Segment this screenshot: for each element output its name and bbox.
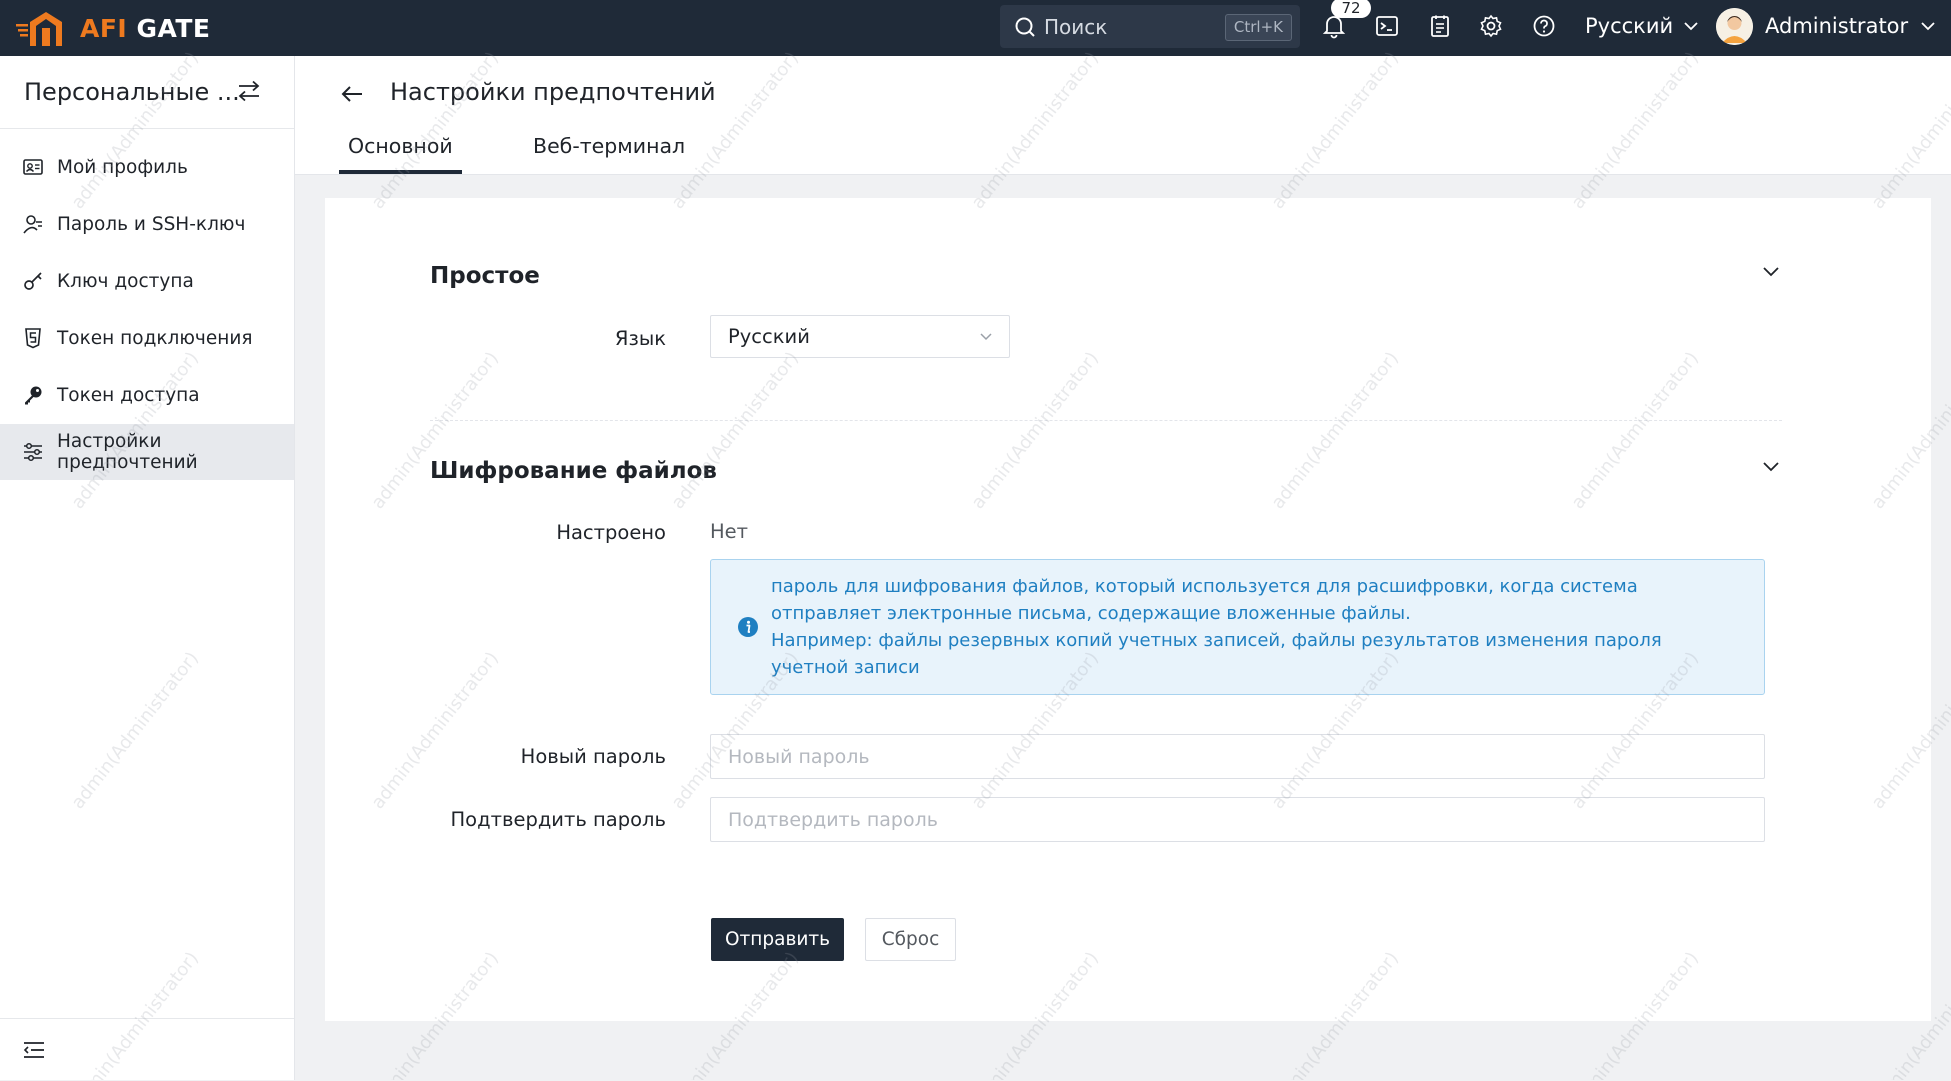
info-line: пароль для шифрования файлов, который ис… — [771, 576, 1638, 624]
help-icon[interactable] — [1531, 13, 1557, 39]
section-divider — [430, 420, 1782, 421]
logo-text: AFI GATE — [80, 13, 211, 43]
confirm-password-input[interactable] — [710, 797, 1765, 842]
gear-icon[interactable] — [1478, 13, 1504, 39]
sidebar-item-label: Мой профиль — [57, 156, 188, 178]
sidebar-item-password-ssh[interactable]: Пароль и SSH-ключ — [0, 196, 294, 252]
sidebar-header: Персональные ... — [0, 56, 294, 129]
language-select[interactable]: Русский — [710, 315, 1010, 358]
search-box[interactable]: Поиск Ctrl+K — [1000, 5, 1300, 48]
sidebar-item-connection-token[interactable]: Токен подключения — [0, 310, 294, 366]
token-shield-icon — [25, 328, 41, 349]
sidebar-item-label: Токен подключения — [57, 327, 253, 349]
new-password-input[interactable] — [710, 734, 1765, 779]
chevron-down-icon[interactable] — [1761, 460, 1781, 474]
top-bar: AFI GATE Поиск Ctrl+K 72 Русский Adminis… — [0, 0, 1951, 56]
sidebar: Персональные ... Мой профиль Пароль и SS… — [0, 56, 295, 1080]
sidebar-item-access-token[interactable]: Токен доступа — [0, 367, 294, 423]
user-key-icon — [23, 215, 42, 234]
info-text: пароль для шифрования файлов, который ис… — [771, 573, 1741, 681]
search-icon — [1015, 17, 1035, 37]
sidebar-item-profile[interactable]: Мой профиль — [0, 139, 294, 195]
user-name: Administrator — [1765, 14, 1909, 38]
configured-field-label: Настроено — [556, 521, 666, 544]
new-password-label: Новый пароль — [520, 745, 666, 768]
terminal-icon[interactable] — [1374, 13, 1400, 39]
notification-badge: 72 — [1331, 0, 1371, 18]
tab-web-terminal[interactable]: Веб-терминал — [533, 134, 685, 158]
confirm-password-label: Подтвердить пароль — [450, 808, 666, 831]
id-card-icon — [23, 159, 43, 175]
section-title-encryption: Шифрование файлов — [430, 458, 717, 484]
configured-value: Нет — [710, 520, 749, 543]
sidebar-item-label: Токен доступа — [57, 384, 200, 406]
sidebar-item-label: Настройки предпочтений — [57, 431, 198, 473]
submit-button[interactable]: Отправить — [711, 918, 844, 961]
collapse-menu-icon[interactable] — [22, 1039, 46, 1061]
chevron-down-icon — [980, 333, 992, 341]
reset-button[interactable]: Сброс — [865, 918, 956, 961]
language-switcher[interactable]: Русский — [1585, 0, 1699, 52]
sidebar-title: Персональные ... — [24, 78, 240, 106]
sidebar-item-label: Пароль и SSH-ключ — [57, 213, 246, 235]
language-field-label: Язык — [614, 327, 666, 350]
avatar — [1716, 7, 1753, 45]
access-key-icon — [25, 386, 42, 405]
user-menu[interactable]: Administrator — [1716, 0, 1936, 52]
info-alert: пароль для шифрования файлов, который ис… — [710, 559, 1765, 695]
tickets-icon[interactable] — [1427, 13, 1453, 39]
switch-view-icon[interactable] — [236, 80, 262, 102]
page-title: Настройки предпочтений — [390, 78, 716, 106]
sidebar-footer — [0, 1018, 294, 1081]
logo-icon — [16, 12, 62, 46]
sidebar-item-access-key[interactable]: Ключ доступа — [0, 253, 294, 309]
key-icon — [24, 272, 42, 290]
info-icon — [738, 617, 758, 637]
section-title-basic: Простое — [430, 263, 540, 289]
info-line: Например: файлы резервных копий учетных … — [771, 630, 1662, 678]
arrow-left-icon[interactable] — [340, 83, 364, 105]
language-select-value: Русский — [728, 325, 810, 348]
chevron-down-icon — [1921, 22, 1935, 31]
language-label: Русский — [1585, 14, 1674, 38]
search-placeholder: Поиск — [1044, 14, 1108, 39]
sidebar-item-preferences[interactable]: Настройки предпочтений — [0, 424, 294, 480]
page-header: Настройки предпочтений Основной Веб-терм… — [295, 56, 1951, 175]
search-shortcut: Ctrl+K — [1224, 14, 1292, 41]
sidebar-item-label: Ключ доступа — [57, 270, 194, 292]
tab-basic[interactable]: Основной — [339, 134, 462, 174]
chevron-down-icon[interactable] — [1761, 265, 1781, 279]
logo[interactable]: AFI GATE — [16, 0, 211, 56]
chevron-down-icon — [1684, 22, 1698, 31]
sliders-icon — [24, 442, 42, 462]
